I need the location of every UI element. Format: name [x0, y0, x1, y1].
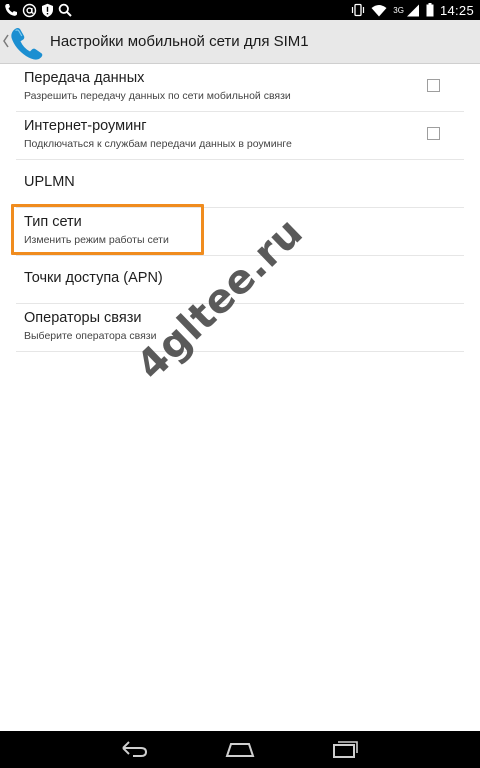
phone-handset-icon [4, 3, 18, 17]
system-icons: 3G 14:25 [351, 1, 474, 19]
pref-data-transfer[interactable]: Передача данных Разрешить передачу данны… [16, 64, 464, 112]
signal-icon [406, 4, 420, 17]
navigation-bar [0, 731, 480, 768]
warning-shield-icon [41, 3, 54, 18]
pref-summary: Разрешить передачу данных по сети мобиль… [24, 90, 291, 102]
search-icon [58, 3, 72, 17]
pref-summary: Подключаться к службам передачи данных в… [24, 138, 292, 150]
pref-title: Точки доступа (APN) [24, 270, 163, 286]
pref-title: UPLMN [24, 174, 75, 190]
battery-icon [426, 3, 434, 17]
pref-uplmn[interactable]: UPLMN [16, 160, 464, 208]
roaming-checkbox[interactable] [427, 127, 440, 140]
notification-icons [4, 1, 72, 19]
page-title: Настройки мобильной сети для SIM1 [50, 33, 309, 50]
clock: 14:25 [439, 2, 474, 18]
back-icon[interactable] [119, 739, 149, 763]
pref-summary: Выберите оператора связи [24, 330, 157, 342]
pref-title: Передача данных [24, 70, 145, 86]
recents-icon[interactable] [330, 739, 360, 763]
pref-title: Интернет-роуминг [24, 118, 147, 134]
pref-internet-roaming[interactable]: Интернет-роуминг Подключаться к службам … [16, 112, 464, 160]
action-bar: Настройки мобильной сети для SIM1 [0, 20, 480, 64]
data-transfer-checkbox[interactable] [427, 79, 440, 92]
at-sign-icon [22, 3, 37, 18]
highlight-annotation [11, 204, 204, 255]
pref-title: Операторы связи [24, 310, 142, 326]
vibrate-icon [351, 3, 365, 17]
home-icon[interactable] [225, 739, 255, 763]
status-bar: 3G 14:25 [0, 0, 480, 20]
phone-handset-icon[interactable] [9, 26, 45, 64]
wifi-icon [371, 4, 387, 17]
network-type-label: 3G [393, 5, 404, 15]
